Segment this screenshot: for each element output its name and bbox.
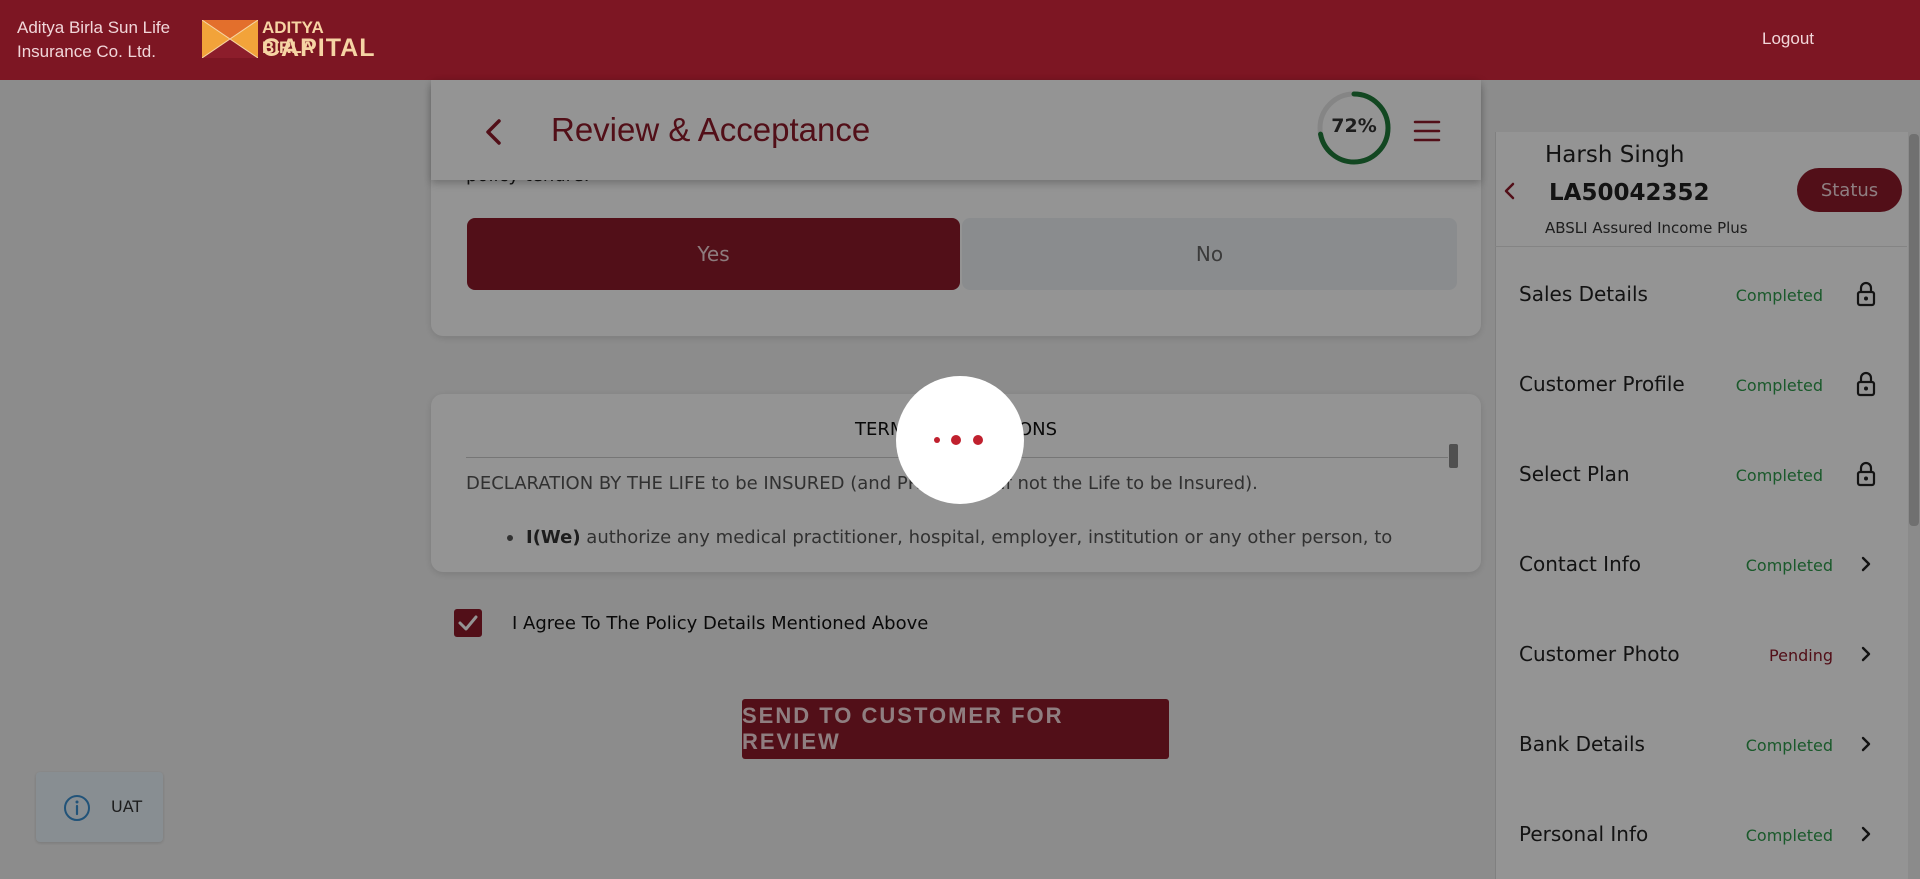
- loading-dot-1: [934, 437, 940, 443]
- company-name: Aditya Birla Sun Life Insurance Co. Ltd.: [17, 16, 170, 64]
- logo-mark-icon: [202, 20, 258, 58]
- loading-dot-3: [973, 435, 983, 445]
- company-name-line2: Insurance Co. Ltd.: [17, 42, 156, 61]
- logo-text-line2: CAPITAL: [262, 34, 376, 62]
- logout-link[interactable]: Logout: [1762, 29, 1814, 49]
- top-bar: Aditya Birla Sun Life Insurance Co. Ltd.…: [0, 0, 1920, 80]
- loading-dot-2: [951, 435, 961, 445]
- company-name-line1: Aditya Birla Sun Life: [17, 18, 171, 37]
- aditya-birla-capital-logo: ADITYA BIRLA CAPITAL: [202, 18, 374, 62]
- loading-spinner: [896, 376, 1024, 504]
